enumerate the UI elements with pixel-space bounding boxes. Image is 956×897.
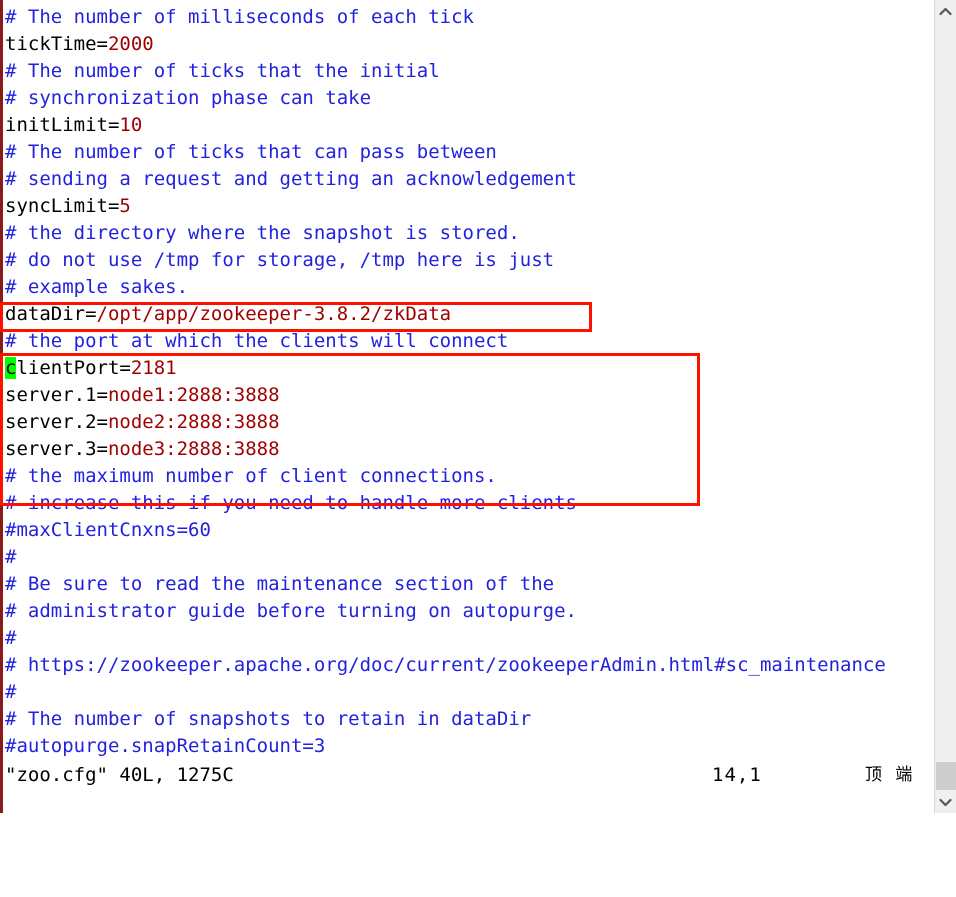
comment-text: # The number of ticks that the initial — [5, 60, 440, 82]
code-line: # The number of ticks that can pass betw… — [5, 139, 930, 166]
chevron-down-icon[interactable] — [935, 791, 956, 813]
code-line: # The number of milliseconds of each tic… — [5, 4, 930, 31]
setting-key: tickTime= — [5, 33, 108, 55]
setting-value: /opt/app/zookeeper-3.8.2/zkData — [96, 303, 452, 325]
status-file-info: "zoo.cfg" 40L, 1275C — [5, 764, 234, 786]
status-cursor-position: 14,1 — [712, 764, 762, 786]
setting-value: 5 — [119, 195, 131, 217]
setting-key: lientPort= — [16, 357, 131, 379]
code-line: clientPort=2181 — [5, 355, 930, 382]
comment-text: # The number of milliseconds of each tic… — [5, 6, 474, 28]
setting-key: server.1= — [5, 384, 108, 406]
comment-text: # example sakes. — [5, 276, 189, 298]
comment-text: # the maximum number of client connectio… — [5, 465, 497, 487]
comment-text: # synchronization phase can take — [5, 87, 372, 109]
comment-text: # Be sure to read the maintenance sectio… — [5, 573, 555, 595]
setting-value: 2181 — [130, 357, 177, 379]
vertical-scrollbar[interactable] — [934, 0, 956, 813]
status-scroll-position: 顶 端 — [865, 765, 917, 785]
code-line: # the maximum number of client connectio… — [5, 463, 930, 490]
setting-key: syncLimit= — [5, 195, 120, 217]
code-line: syncLimit=5 — [5, 193, 930, 220]
comment-text: # the port at which the clients will con… — [5, 330, 509, 352]
code-line: # — [5, 544, 930, 571]
code-line: tickTime=2000 — [5, 31, 930, 58]
code-line: # The number of snapshots to retain in d… — [5, 706, 930, 733]
comment-text: # sending a request and getting an ackno… — [5, 168, 577, 190]
comment-text: # the directory where the snapshot is st… — [5, 222, 520, 244]
window-left-border — [0, 0, 3, 813]
comment-text: # administrator guide before turning on … — [5, 600, 577, 622]
vim-text-buffer[interactable]: # The number of milliseconds of each tic… — [5, 4, 930, 757]
code-line: # do not use /tmp for storage, /tmp here… — [5, 247, 930, 274]
code-line: # The number of ticks that the initial — [5, 58, 930, 85]
comment-text: #maxClientCnxns=60 — [5, 519, 211, 541]
comment-text: # The number of ticks that can pass betw… — [5, 141, 497, 163]
code-line: # example sakes. — [5, 274, 930, 301]
comment-text: # increase this if you need to handle mo… — [5, 492, 577, 514]
chevron-up-icon[interactable] — [935, 0, 956, 22]
text-cursor: c — [5, 357, 17, 379]
setting-value: node1:2888:3888 — [107, 384, 280, 406]
setting-key: server.3= — [5, 438, 108, 460]
vim-status-line: "zoo.cfg" 40L, 1275C 14,1 顶 端 — [5, 762, 930, 789]
comment-text: # do not use /tmp for storage, /tmp here… — [5, 249, 555, 271]
code-line: #maxClientCnxns=60 — [5, 517, 930, 544]
code-line: # the port at which the clients will con… — [5, 328, 930, 355]
code-line: # sending a request and getting an ackno… — [5, 166, 930, 193]
code-line: # https://zookeeper.apache.org/doc/curre… — [5, 652, 930, 679]
setting-value: 2000 — [107, 33, 154, 55]
setting-key: server.2= — [5, 411, 108, 433]
comment-text: # — [5, 546, 17, 568]
code-line: server.2=node2:2888:3888 — [5, 409, 930, 436]
code-line: dataDir=/opt/app/zookeeper-3.8.2/zkData — [5, 301, 930, 328]
setting-value: node2:2888:3888 — [107, 411, 280, 433]
comment-text: # — [5, 681, 17, 703]
setting-value: node3:2888:3888 — [107, 438, 280, 460]
setting-value: 10 — [119, 114, 143, 136]
code-line: # — [5, 625, 930, 652]
code-line: initLimit=10 — [5, 112, 930, 139]
code-line: #autopurge.snapRetainCount=3 — [5, 733, 930, 760]
terminal-window: # The number of milliseconds of each tic… — [0, 0, 956, 813]
code-line: # — [5, 679, 930, 706]
comment-text: # https://zookeeper.apache.org/doc/curre… — [5, 654, 886, 676]
setting-key: dataDir= — [5, 303, 97, 325]
comment-text: # The number of snapshots to retain in d… — [5, 708, 532, 730]
code-line: # synchronization phase can take — [5, 85, 930, 112]
scrollbar-thumb[interactable] — [936, 762, 956, 790]
comment-text: #autopurge.snapRetainCount=3 — [5, 735, 326, 757]
code-line: # Be sure to read the maintenance sectio… — [5, 571, 930, 598]
code-line: server.3=node3:2888:3888 — [5, 436, 930, 463]
code-line: server.1=node1:2888:3888 — [5, 382, 930, 409]
comment-text: # — [5, 627, 17, 649]
code-line: # the directory where the snapshot is st… — [5, 220, 930, 247]
code-line: # administrator guide before turning on … — [5, 598, 930, 625]
setting-key: initLimit= — [5, 114, 120, 136]
code-line: # increase this if you need to handle mo… — [5, 490, 930, 517]
